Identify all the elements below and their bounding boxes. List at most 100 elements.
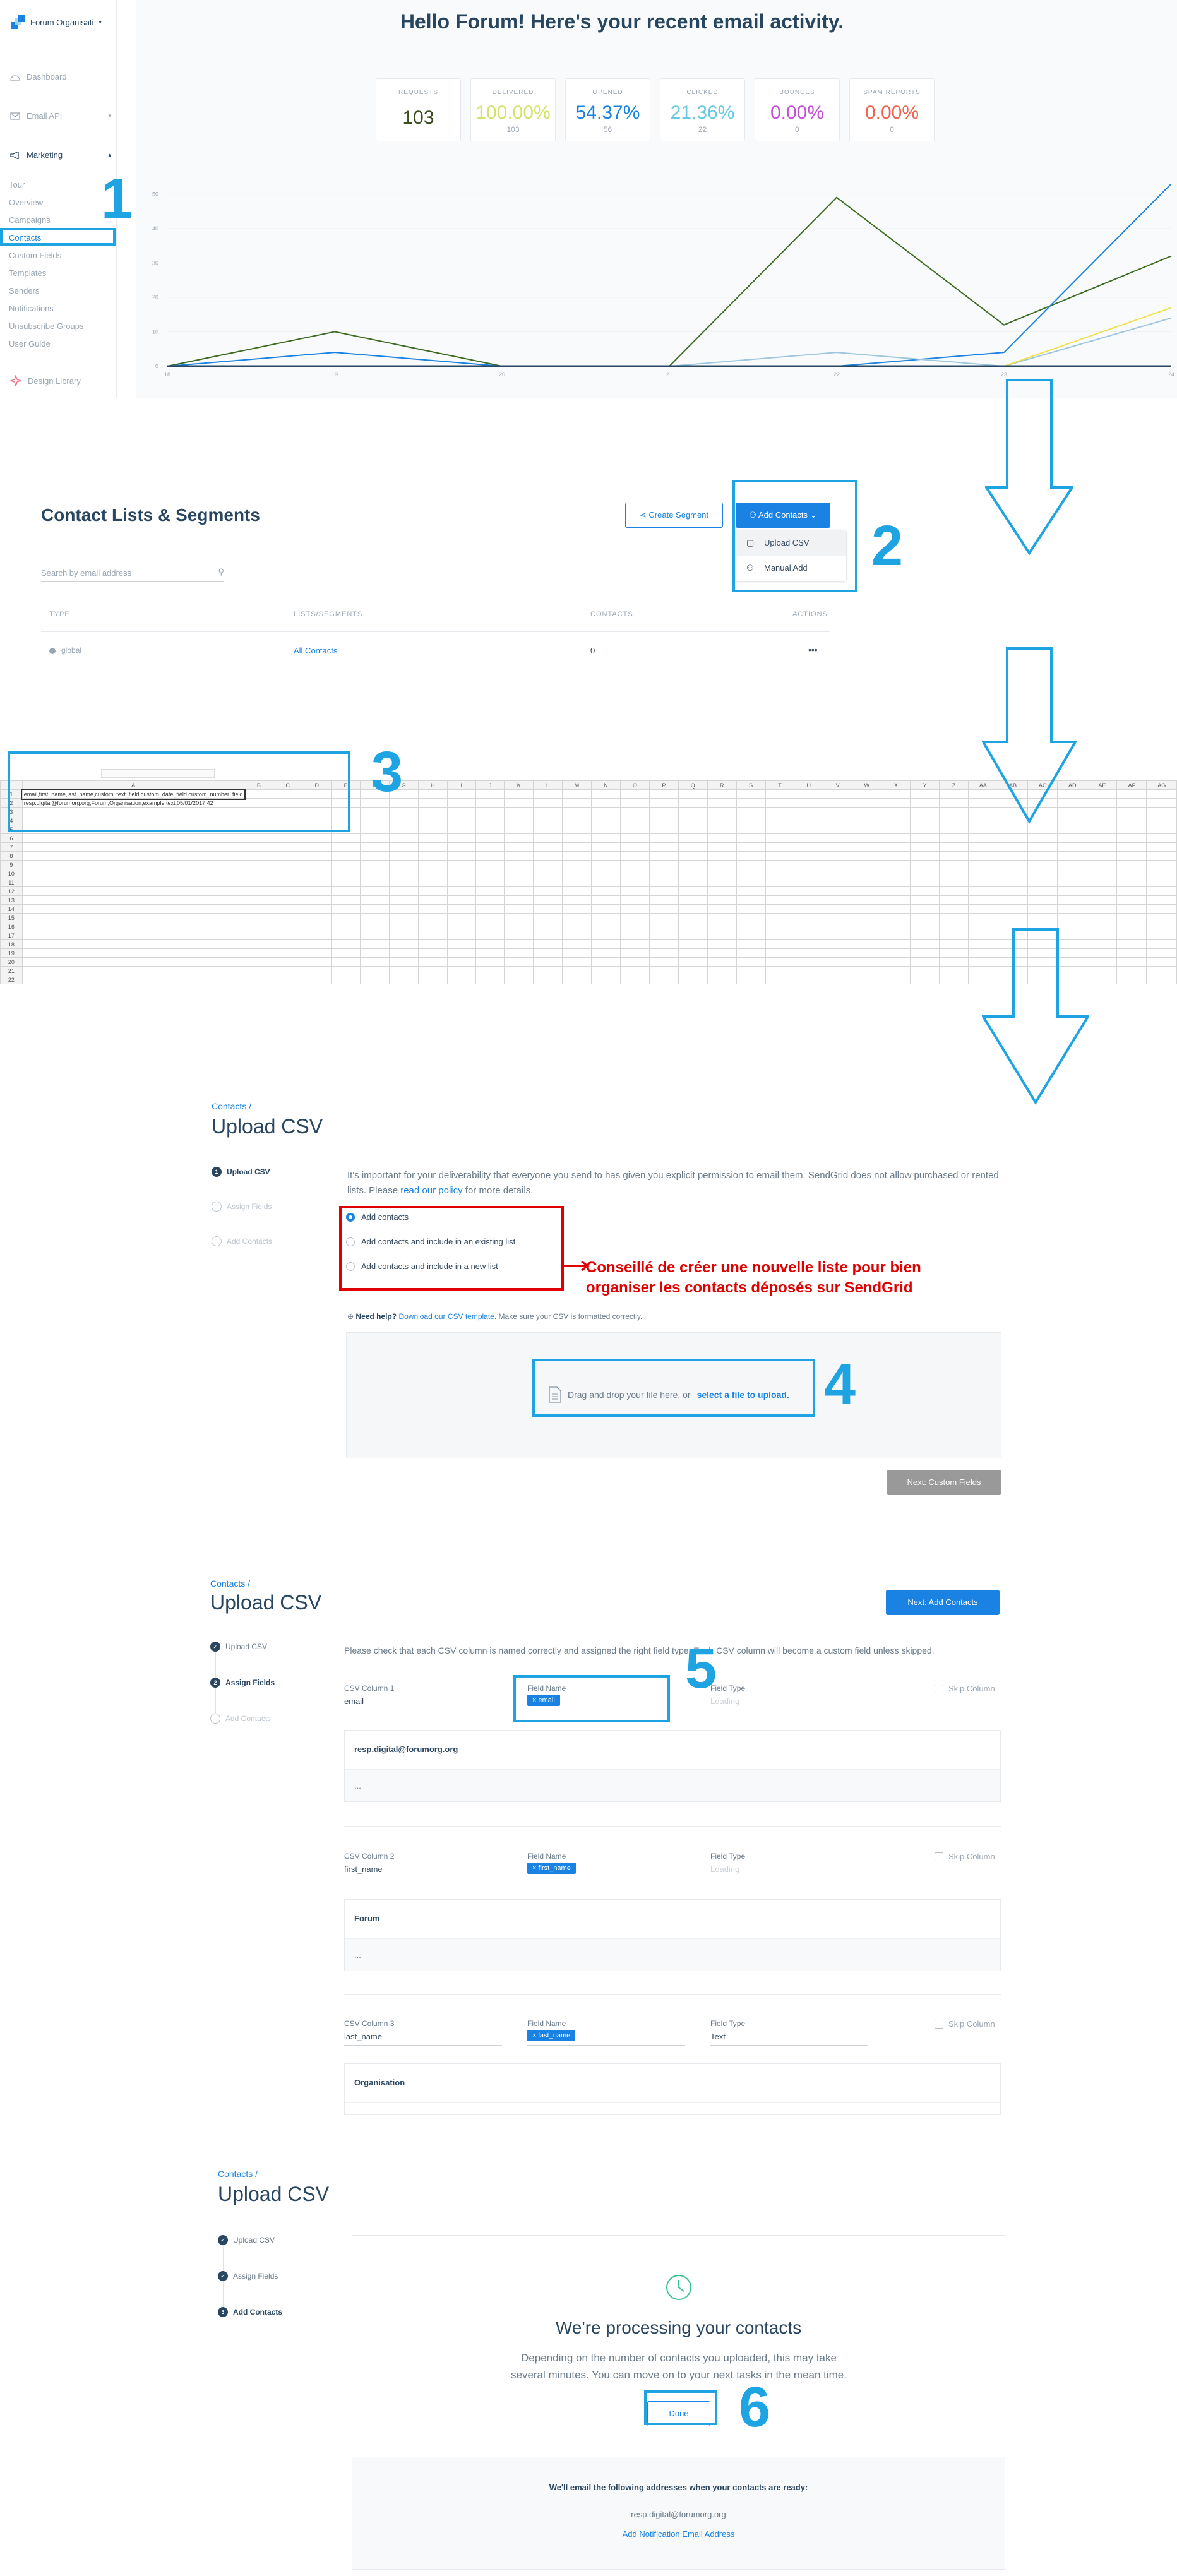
nav-custom-fields[interactable]: Custom Fields	[9, 251, 61, 260]
sheet-cell[interactable]	[881, 975, 911, 984]
sheet-cell[interactable]	[533, 931, 563, 940]
sheet-cell[interactable]	[331, 878, 361, 887]
sheet-cell[interactable]	[590, 931, 621, 940]
table-row[interactable]: global All Contacts 0 •••	[41, 632, 830, 670]
sheet-cell[interactable]	[967, 851, 998, 861]
sheet-cell[interactable]	[417, 825, 448, 834]
sheet-cell[interactable]	[707, 878, 737, 887]
sheet-cell[interactable]	[707, 931, 737, 940]
sheet-cell[interactable]	[244, 904, 274, 914]
sheet-cell[interactable]	[21, 886, 245, 896]
sheet-cell[interactable]	[1087, 842, 1118, 852]
sheet-cell[interactable]	[1116, 922, 1147, 931]
sheet-cell[interactable]	[1116, 931, 1147, 940]
field-name-select[interactable]: × last_name	[527, 2030, 685, 2046]
row-header[interactable]: 15	[0, 913, 23, 922]
row-header[interactable]: 14	[0, 904, 23, 914]
sheet-cell[interactable]	[331, 913, 361, 922]
sheet-cell[interactable]	[997, 860, 1028, 869]
sheet-cell[interactable]	[302, 922, 332, 931]
sheet-cell[interactable]	[417, 931, 448, 940]
sheet-cell[interactable]	[561, 948, 592, 958]
column-header[interactable]: AF	[1116, 780, 1147, 790]
sheet-cell[interactable]	[619, 789, 650, 799]
sheet-cell[interactable]	[475, 931, 505, 940]
sheet-cell[interactable]	[561, 869, 592, 878]
sheet-cell[interactable]	[1146, 860, 1177, 869]
sheet-cell[interactable]	[533, 789, 563, 799]
sheet-cell[interactable]	[533, 860, 563, 869]
next-custom-fields-button[interactable]: Next: Custom Fields	[887, 1470, 1001, 1495]
sheet-cell[interactable]	[678, 807, 708, 816]
stat-card-requests[interactable]: REQUESTS 103	[376, 78, 461, 141]
sheet-cell[interactable]	[967, 886, 998, 896]
nav-email-api[interactable]: Email API ▾	[10, 111, 111, 121]
sheet-cell[interactable]	[1146, 948, 1177, 958]
sheet-cell[interactable]	[619, 816, 650, 825]
sheet-cell[interactable]	[331, 966, 361, 975]
sheet-cell[interactable]	[736, 860, 766, 869]
sheet-cell[interactable]	[619, 957, 650, 967]
sheet-cell[interactable]	[939, 807, 969, 816]
sheet-cell[interactable]	[1116, 886, 1147, 896]
sheet-cell[interactable]	[765, 816, 795, 825]
skip-column-checkbox[interactable]: Skip Column	[935, 1684, 995, 1693]
sheet-cell[interactable]	[590, 825, 621, 834]
sheet-cell[interactable]	[648, 833, 679, 843]
sheet-cell[interactable]	[648, 931, 679, 940]
sheet-cell[interactable]	[1087, 833, 1118, 843]
sheet-cell[interactable]	[388, 869, 419, 878]
column-header[interactable]: K	[504, 780, 534, 790]
sheet-cell[interactable]	[678, 825, 708, 834]
sheet-cell[interactable]	[244, 939, 274, 949]
row-header[interactable]: 6	[0, 833, 23, 843]
nav-dashboard[interactable]: Dashboard	[10, 72, 67, 81]
sheet-cell[interactable]	[388, 904, 419, 914]
sheet-cell[interactable]	[852, 860, 882, 869]
sheet-cell[interactable]	[561, 851, 592, 861]
sheet-cell[interactable]	[823, 957, 853, 967]
sheet-cell[interactable]	[852, 842, 882, 852]
sheet-cell[interactable]	[823, 833, 853, 843]
sheet-cell[interactable]	[302, 966, 332, 975]
sheet-cell[interactable]	[794, 975, 824, 984]
stat-card-bounces[interactable]: BOUNCES 0.00% 0	[755, 78, 840, 141]
sheet-cell[interactable]	[590, 904, 621, 914]
sheet-cell[interactable]	[388, 886, 419, 896]
sheet-cell[interactable]	[794, 825, 824, 834]
sheet-cell[interactable]	[648, 807, 679, 816]
sheet-cell[interactable]	[619, 798, 650, 808]
sheet-cell[interactable]	[648, 966, 679, 975]
sheet-cell[interactable]	[1057, 886, 1088, 896]
sheet-cell[interactable]	[244, 948, 274, 958]
sheet-cell[interactable]	[1057, 878, 1088, 887]
sheet-cell[interactable]	[939, 798, 969, 808]
sheet-cell[interactable]	[823, 789, 853, 799]
column-header[interactable]: J	[475, 780, 505, 790]
sheet-cell[interactable]	[707, 904, 737, 914]
sheet-cell[interactable]	[967, 833, 998, 843]
sheet-cell[interactable]	[244, 975, 274, 984]
sheet-cell[interactable]	[475, 807, 505, 816]
sheet-cell[interactable]	[475, 833, 505, 843]
sheet-cell[interactable]	[446, 816, 476, 825]
sheet-cell[interactable]	[619, 825, 650, 834]
sheet-cell[interactable]	[21, 878, 245, 887]
sheet-cell[interactable]	[910, 798, 940, 808]
sheet-cell[interactable]	[21, 860, 245, 869]
sheet-cell[interactable]	[475, 913, 505, 922]
sheet-cell[interactable]	[736, 807, 766, 816]
sheet-cell[interactable]	[504, 957, 534, 967]
sheet-cell[interactable]	[417, 904, 448, 914]
sheet-cell[interactable]	[939, 789, 969, 799]
sheet-cell[interactable]	[648, 825, 679, 834]
sheet-cell[interactable]	[939, 904, 969, 914]
sheet-cell[interactable]	[244, 833, 274, 843]
sheet-cell[interactable]	[939, 878, 969, 887]
sheet-cell[interactable]	[1057, 860, 1088, 869]
sheet-cell[interactable]	[590, 922, 621, 931]
sheet-cell[interactable]	[823, 966, 853, 975]
row-header[interactable]: 12	[0, 886, 23, 896]
sheet-cell[interactable]	[504, 904, 534, 914]
column-header[interactable]: I	[446, 780, 476, 790]
